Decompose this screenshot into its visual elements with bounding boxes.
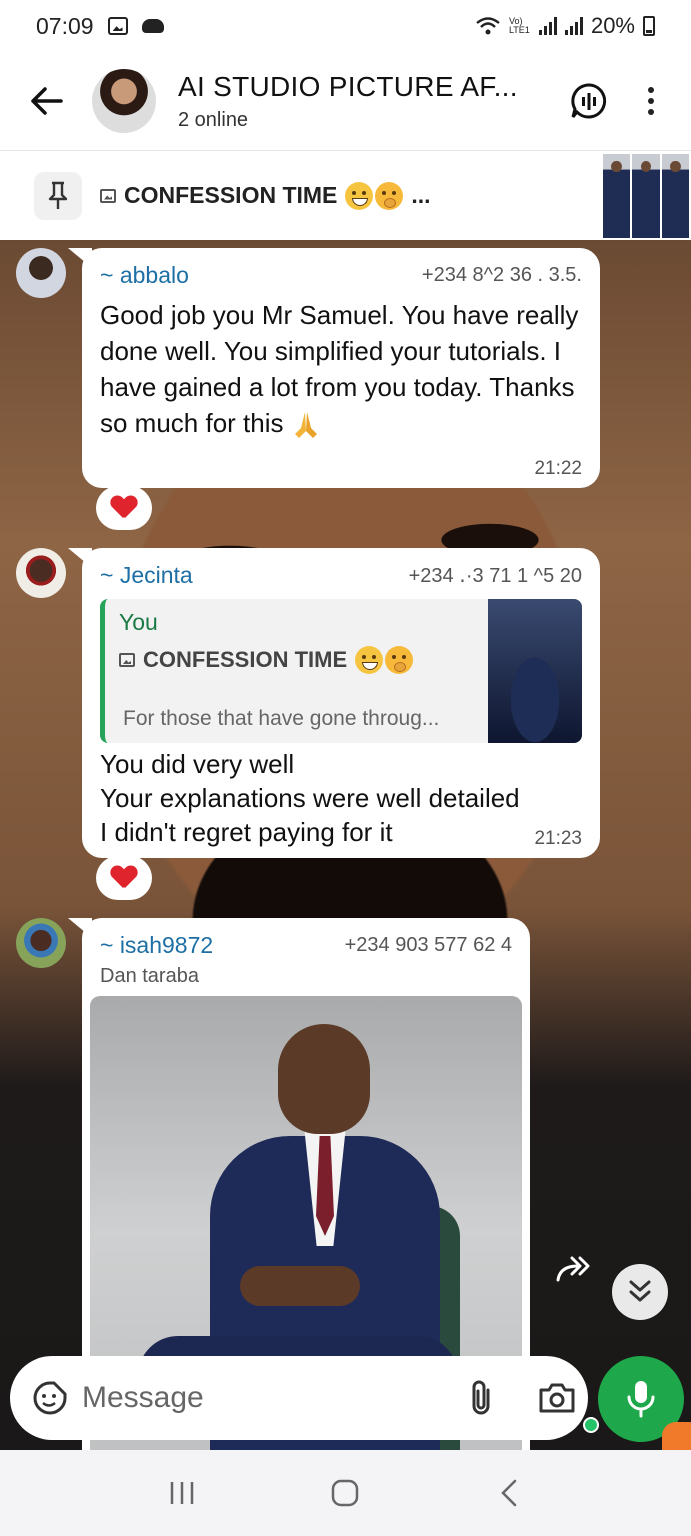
message-bubble[interactable]: ~ abbalo +234 8^2 36 . 3.5. Good job you…: [68, 248, 600, 488]
attach-button[interactable]: [468, 1376, 494, 1420]
group-info[interactable]: AI STUDIO PICTURE AF... 2 online: [178, 71, 567, 132]
pin-icon: [34, 171, 82, 220]
message-text: Good job you Mr Samuel. You have really …: [100, 297, 582, 441]
message-time: 21:23: [534, 828, 582, 849]
quote-thumbnail: [488, 599, 582, 743]
sender-phone: +234 903 577 62 4: [344, 934, 512, 956]
system-nav-bar: [0, 1450, 691, 1536]
pinned-thumbnail[interactable]: [603, 154, 689, 238]
message-composer: [10, 1356, 588, 1440]
group-avatar[interactable]: [92, 69, 156, 133]
message-bubble[interactable]: ~ Jecinta +234 ․·3 71 1 ^5 20 You CONFES…: [68, 548, 600, 858]
call-icon: [571, 83, 607, 119]
blush-emoji-icon: [385, 646, 414, 674]
chat-area[interactable]: ~ abbalo +234 8^2 36 . 3.5. Good job you…: [0, 240, 691, 1450]
wifi-icon: [476, 17, 500, 35]
online-dot: [583, 1417, 599, 1433]
recents-icon: [170, 1482, 194, 1504]
heart-icon: [111, 866, 137, 890]
sender-phone: +234 8^2 36 . 3.5.: [421, 264, 582, 286]
sender-name[interactable]: ~ isah9872: [100, 932, 213, 959]
mic-icon: [627, 1381, 655, 1418]
more-options-button[interactable]: [641, 79, 661, 123]
floating-badge[interactable]: [662, 1422, 691, 1450]
message-time: 21:22: [534, 458, 582, 479]
message-text: You did very well Your explanations were…: [100, 749, 520, 847]
group-title: AI STUDIO PICTURE AF...: [178, 70, 518, 102]
back-button[interactable]: [24, 79, 68, 123]
quote-preview: For those that have gone throug...: [123, 707, 440, 730]
pinned-message-text: CONFESSION TIME ...: [100, 181, 431, 210]
sticker-button[interactable]: [32, 1376, 68, 1420]
avatar-abbalo[interactable]: [16, 248, 66, 298]
recents-button[interactable]: [162, 1473, 202, 1513]
heart-icon: [111, 496, 137, 520]
cloud-notification-icon: [141, 19, 164, 33]
voice-chat-button[interactable]: [567, 79, 611, 123]
sender-name[interactable]: ~ abbalo: [100, 262, 189, 289]
blush-emoji-icon: [375, 181, 404, 210]
pinned-message-bar[interactable]: CONFESSION TIME ...: [0, 150, 691, 240]
camera-button[interactable]: [538, 1376, 576, 1420]
sender-phone: +234 ․·3 71 1 ^5 20: [408, 565, 582, 587]
folded-hands-emoji-icon: [294, 412, 317, 439]
image-icon: [119, 653, 135, 667]
back-arrow-icon: [31, 87, 63, 115]
sender-name[interactable]: ~ Jecinta: [100, 562, 193, 589]
avatar-jecinta[interactable]: [16, 548, 66, 598]
home-icon: [332, 1479, 359, 1507]
grin-emoji-icon: [345, 181, 374, 210]
image-icon: [100, 188, 116, 203]
gallery-notification-icon: [107, 17, 128, 35]
forward-icon: [556, 1256, 590, 1282]
message-input[interactable]: [82, 1381, 468, 1415]
sticker-icon: [33, 1381, 67, 1415]
signal-1-icon: [538, 17, 557, 35]
chevrons-down-icon: [629, 1280, 651, 1302]
status-bar: 07:09 Vo) LTE1 20%: [0, 0, 691, 52]
reaction-badge[interactable]: [96, 856, 152, 900]
sender-subtitle: Dan taraba: [100, 965, 199, 987]
group-online-status: 2 online: [178, 108, 249, 131]
avatar-isah9872[interactable]: [16, 918, 66, 968]
chat-header: AI STUDIO PICTURE AF... 2 online: [0, 52, 691, 150]
battery-percent: 20%: [590, 13, 635, 38]
paperclip-icon: [472, 1380, 490, 1415]
back-nav-button[interactable]: [489, 1473, 529, 1513]
reaction-badge[interactable]: [96, 486, 152, 530]
home-button[interactable]: [325, 1473, 365, 1513]
quoted-message[interactable]: You CONFESSION TIME For those that have …: [100, 599, 582, 743]
signal-2-icon: [564, 17, 583, 35]
network-type-label: Vo) LTE1: [508, 16, 530, 35]
back-chevron-icon: [501, 1479, 517, 1507]
status-time: 07:09: [36, 12, 94, 39]
forward-button[interactable]: [554, 1250, 594, 1290]
scroll-to-bottom-button[interactable]: [612, 1264, 668, 1320]
camera-icon: [539, 1383, 575, 1413]
grin-emoji-icon: [355, 646, 384, 674]
battery-icon: [643, 16, 655, 36]
